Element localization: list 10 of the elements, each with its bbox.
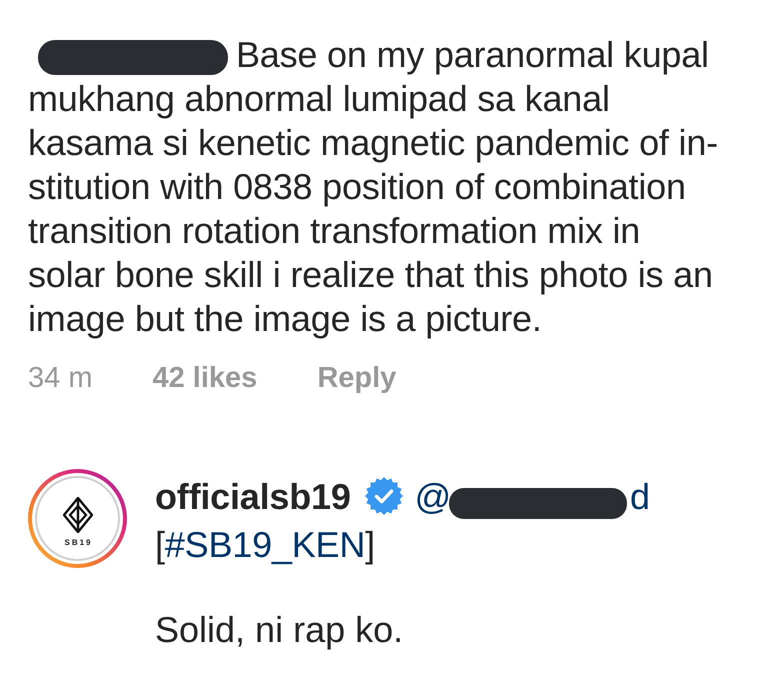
avatar[interactable]: SB19 — [28, 469, 127, 568]
reply-text: officialsb19 @ d [#SB19_KEN] — [155, 475, 650, 567]
hashtag-link[interactable]: #SB19_KEN — [164, 524, 366, 565]
diamond-logo-icon — [62, 496, 92, 532]
mention-link[interactable]: @ d — [414, 476, 650, 517]
reply-message: Solid, ni rap ko. — [155, 608, 404, 652]
username-link[interactable]: officialsb19 — [155, 476, 351, 517]
logo-text: SB19 — [63, 538, 92, 546]
timestamp: 34 m — [28, 361, 92, 396]
comment-text: Base on my paranormal kupal mukhang abnormal lumipad sa kanal kasama si kenetic magnetic pandemic of in- stitution with 0838 position of combination transition rotation transformation mix in solar bone skill i realize that this photo is an image but the image is a picture. — [28, 33, 719, 341]
